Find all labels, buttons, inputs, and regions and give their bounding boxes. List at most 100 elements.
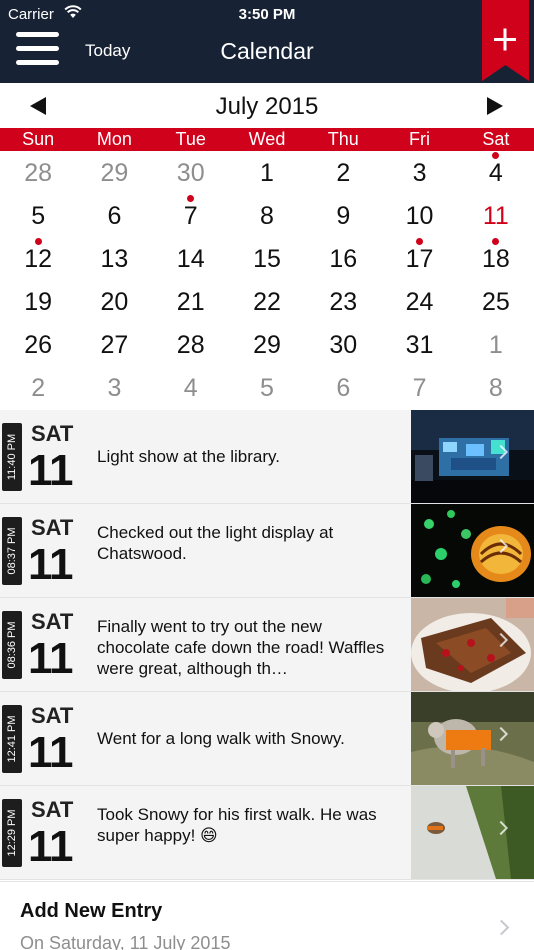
- calendar-day[interactable]: 19: [0, 281, 76, 324]
- weekday-label: Mon: [96, 129, 132, 149]
- entry-time-tab: 08:36 PM: [2, 611, 22, 679]
- calendar-day[interactable]: 23: [305, 281, 381, 324]
- entry-indicator-dot: [492, 152, 500, 159]
- calendar-day[interactable]: 27: [76, 324, 152, 367]
- day-number: 6: [107, 202, 122, 230]
- entry-indicator-dot: [492, 238, 500, 245]
- calendar-day[interactable]: 13: [76, 238, 152, 281]
- day-number: 30: [329, 331, 358, 359]
- calendar-day[interactable]: 20: [76, 281, 152, 324]
- entry-time-tab: 11:40 PM: [2, 423, 22, 491]
- calendar-day[interactable]: 1: [458, 324, 534, 367]
- day-number: 30: [176, 159, 205, 187]
- entry-row[interactable]: 11:40 PM SAT 11 Light show at the library.: [0, 410, 534, 504]
- weekday-label: Sun: [22, 129, 55, 149]
- day-number: 27: [100, 331, 129, 359]
- calendar-day[interactable]: 15: [229, 238, 305, 281]
- day-number: 20: [100, 288, 129, 316]
- day-number: 28: [24, 159, 53, 187]
- calendar-day[interactable]: 10: [381, 195, 457, 238]
- calendar-day[interactable]: 4: [458, 152, 534, 195]
- entry-row[interactable]: 12:29 PM SAT 11 Took Snowy for his first wa…: [0, 786, 534, 880]
- entry-day-number: 11: [28, 822, 74, 871]
- entry-row[interactable]: 12:41 PM SAT 11 Went for a long walk with S…: [0, 692, 534, 786]
- calendar-day[interactable]: 1: [229, 152, 305, 195]
- day-number: 8: [488, 374, 503, 402]
- entry-text: Finally went to try out the new chocolat…: [97, 617, 385, 678]
- entry-time: 12:41 PM: [6, 715, 18, 763]
- entry-row[interactable]: 08:36 PM SAT 11 Finally went to try out the…: [0, 598, 534, 692]
- day-number: 9: [336, 202, 351, 230]
- day-number: 26: [24, 331, 53, 359]
- calendar-day[interactable]: 2: [305, 152, 381, 195]
- dog-path-photo: [411, 786, 534, 879]
- day-number: 15: [253, 245, 281, 273]
- day-number: 14: [176, 245, 205, 273]
- calendar-day[interactable]: 6: [76, 195, 152, 238]
- calendar-day[interactable]: 28: [153, 324, 229, 367]
- calendar-day[interactable]: 3: [76, 367, 152, 410]
- calendar-day[interactable]: 5: [229, 367, 305, 410]
- calendar-day[interactable]: 29: [229, 324, 305, 367]
- entry-time: 08:37 PM: [6, 527, 18, 575]
- day-number: 22: [253, 288, 281, 316]
- day-number: 3: [107, 374, 122, 402]
- day-number: 2: [336, 159, 351, 187]
- calendar-day[interactable]: 25: [458, 281, 534, 324]
- day-number: 31: [405, 331, 434, 359]
- calendar-day[interactable]: 9: [305, 195, 381, 238]
- add-new-entry-row[interactable]: Add New Entry On Saturday, 11 July 2015: [0, 881, 534, 950]
- calendar-day[interactable]: 4: [153, 367, 229, 410]
- waffles-photo: [411, 598, 534, 691]
- entry-text: Went for a long walk with Snowy.: [97, 729, 345, 748]
- calendar-screen: Carrier 3:50 PM Today Calendar July 2015…: [0, 0, 534, 950]
- day-number: 13: [100, 245, 129, 273]
- entry-day-number: 11: [28, 634, 74, 683]
- calendar-day-today[interactable]: 11: [458, 195, 534, 238]
- calendar-day[interactable]: 2: [0, 367, 76, 410]
- status-time: 3:50 PM: [238, 6, 296, 23]
- calendar-day[interactable]: 26: [0, 324, 76, 367]
- entry-time-tab: 12:41 PM: [2, 705, 22, 773]
- calendar-day[interactable]: 21: [153, 281, 229, 324]
- calendar-day[interactable]: 28: [0, 152, 76, 195]
- day-number: 1: [488, 331, 503, 359]
- calendar-day[interactable]: 17: [381, 238, 457, 281]
- calendar-grid: 28 29 30 1 2 3 4 5 6 7 8 9 10 11 12 13 14 15 16 17 18 19 20 21 2…: [0, 152, 534, 410]
- calendar-day[interactable]: 14: [153, 238, 229, 281]
- weekday-label: Wed: [248, 129, 286, 149]
- calendar-day[interactable]: 16: [305, 238, 381, 281]
- calendar-day[interactable]: 6: [305, 367, 381, 410]
- day-number: 10: [405, 202, 434, 230]
- entry-indicator-dot: [187, 195, 195, 202]
- entry-weekday: SAT: [31, 515, 74, 540]
- calendar-day[interactable]: 3: [381, 152, 457, 195]
- calendar-day[interactable]: 5: [0, 195, 76, 238]
- entry-time: 12:29 PM: [6, 809, 18, 857]
- month-title: July 2015: [215, 93, 319, 120]
- calendar-day[interactable]: 31: [381, 324, 457, 367]
- day-number: 8: [260, 202, 274, 230]
- calendar-day[interactable]: 30: [305, 324, 381, 367]
- entry-day-number: 11: [28, 728, 74, 777]
- calendar-day[interactable]: 24: [381, 281, 457, 324]
- calendar-day[interactable]: 29: [76, 152, 152, 195]
- calendar-day[interactable]: 7: [153, 195, 229, 238]
- calendar-day[interactable]: 22: [229, 281, 305, 324]
- day-number: 5: [31, 202, 46, 230]
- calendar-day[interactable]: 8: [458, 367, 534, 410]
- day-number: 21: [176, 288, 205, 316]
- entry-time-tab: 12:29 PM: [2, 799, 22, 867]
- entry-row[interactable]: 08:37 PM SAT 11 Checked out the light displ…: [0, 504, 534, 598]
- add-entry-ribbon-button[interactable]: [482, 0, 529, 81]
- entry-weekday: SAT: [31, 797, 74, 822]
- lanterns-photo: [411, 504, 534, 597]
- calendar-day[interactable]: 18: [458, 238, 534, 281]
- calendar-day[interactable]: 8: [229, 195, 305, 238]
- day-number: 17: [405, 245, 434, 273]
- day-number: 29: [253, 331, 281, 359]
- calendar-day[interactable]: 7: [381, 367, 457, 410]
- calendar-day[interactable]: 12: [0, 238, 76, 281]
- calendar-day[interactable]: 30: [153, 152, 229, 195]
- next-month-icon[interactable]: [487, 97, 503, 115]
